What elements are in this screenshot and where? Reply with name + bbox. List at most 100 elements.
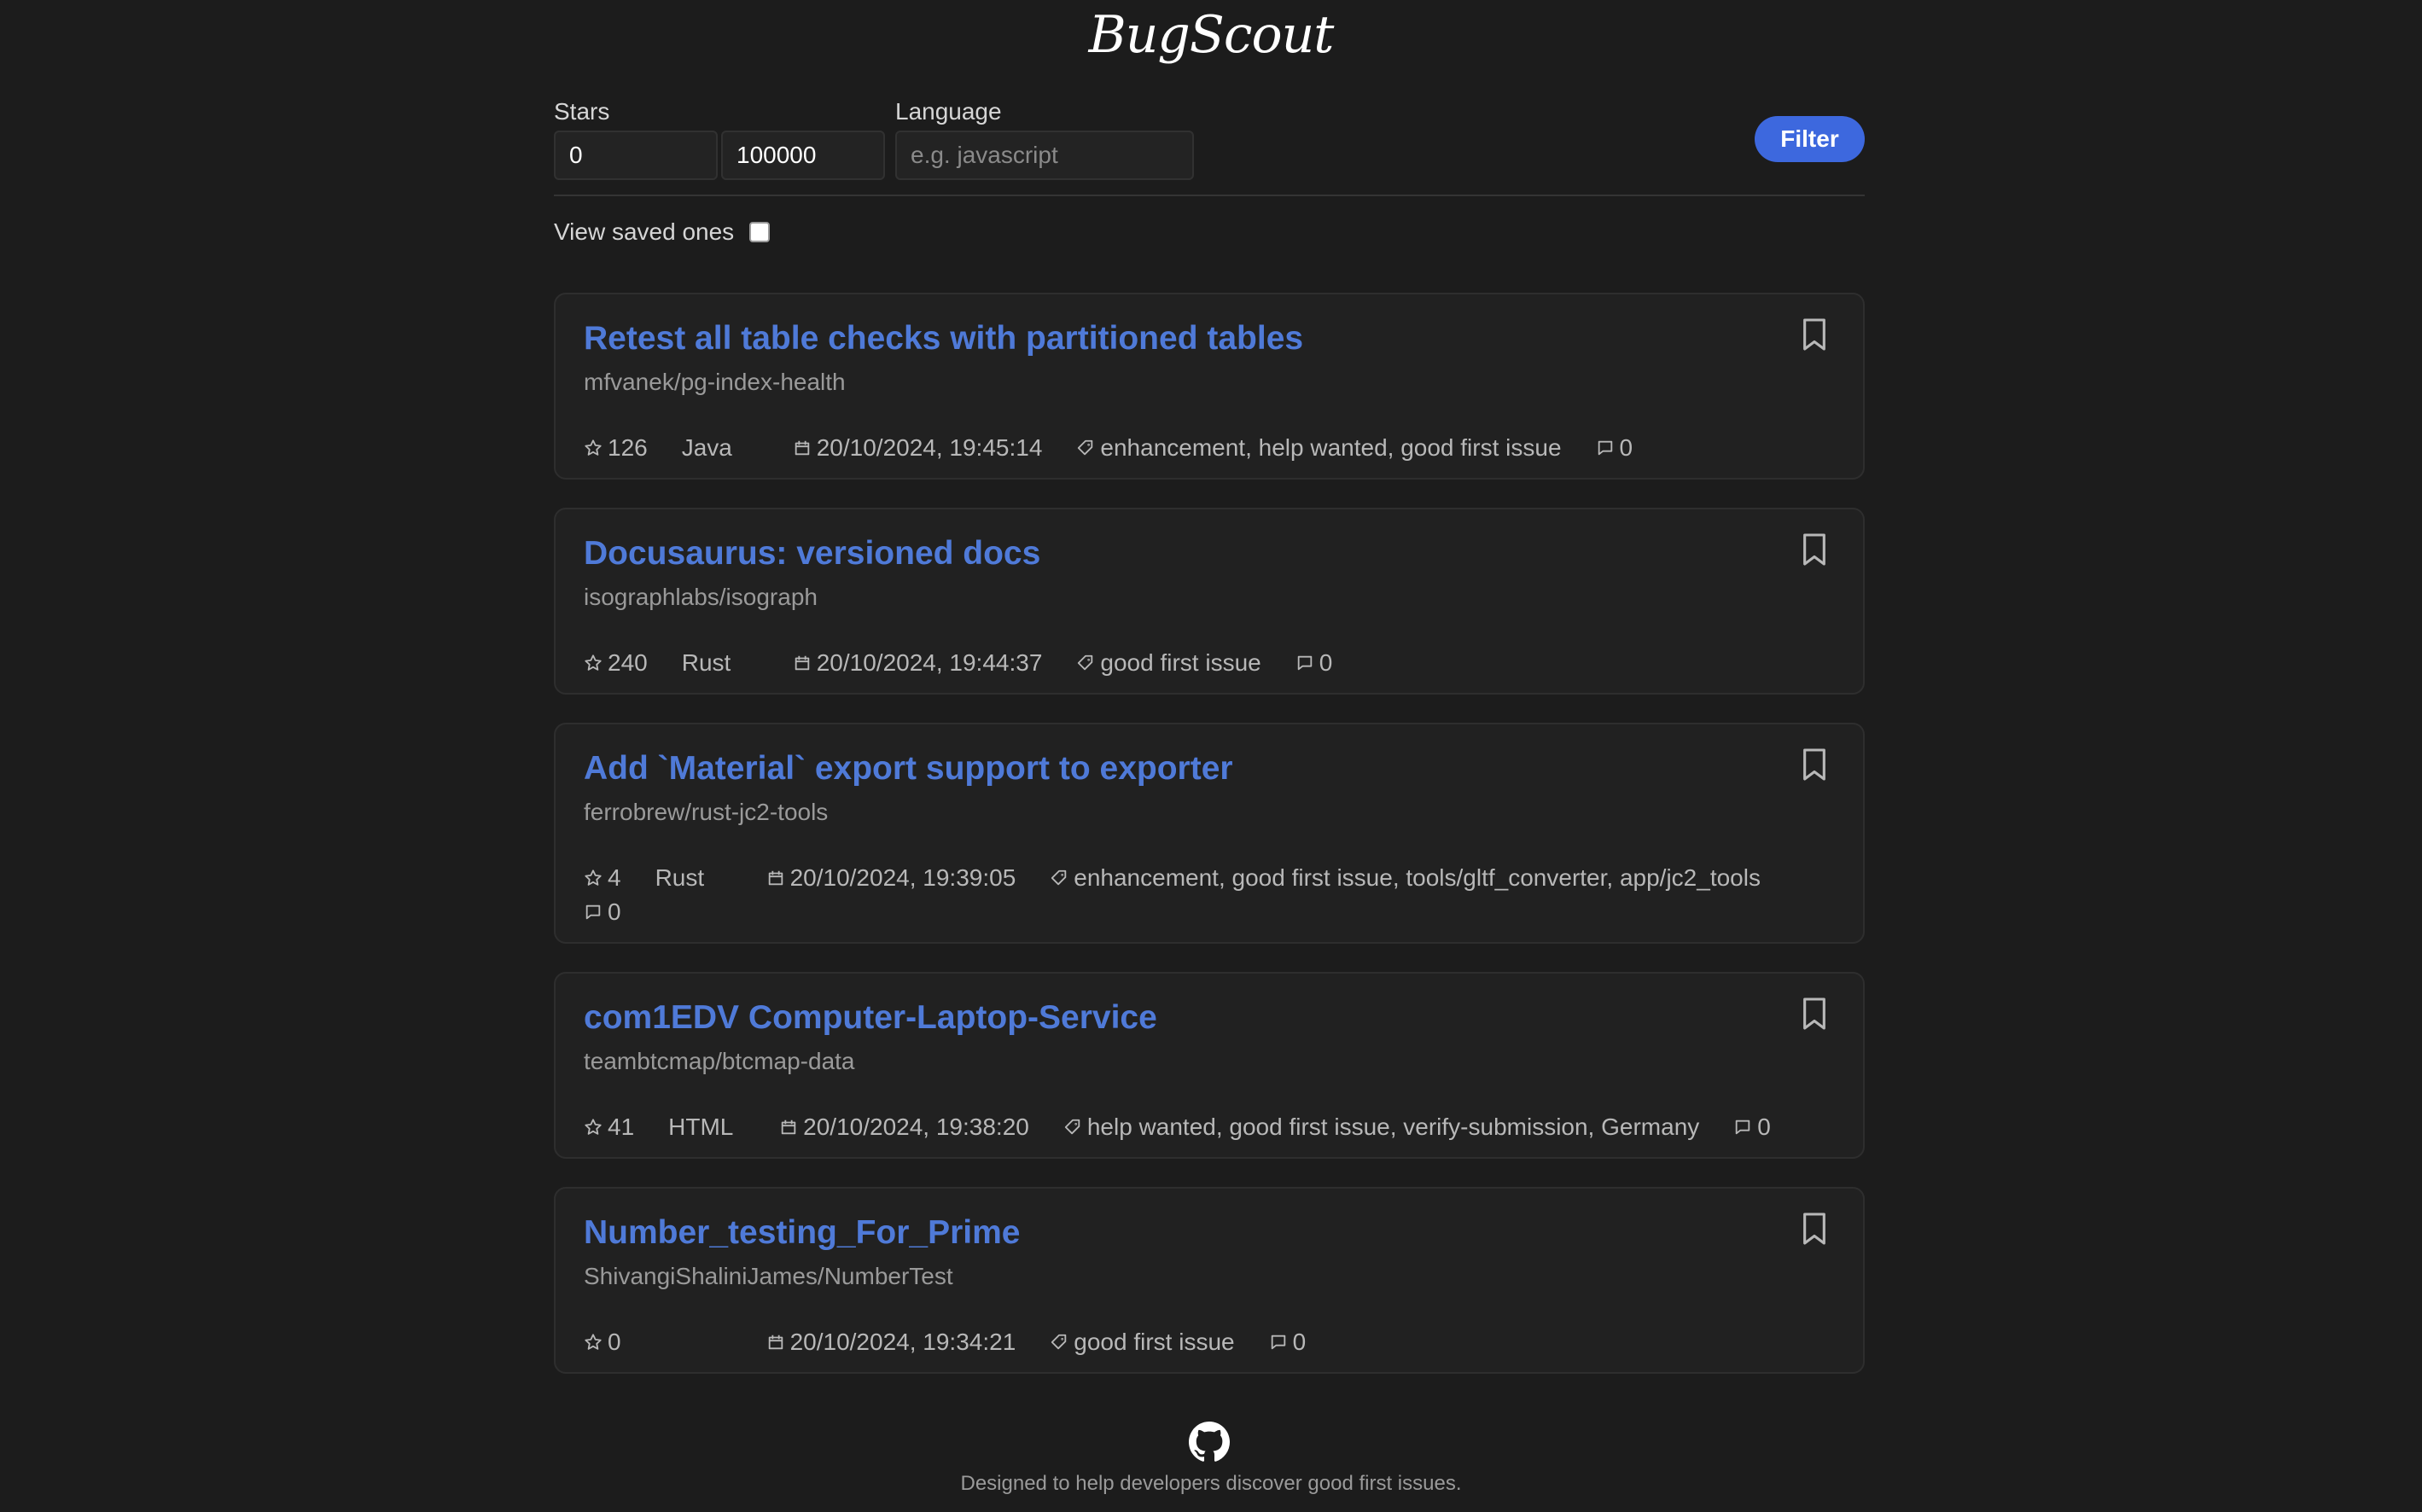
issue-labels: enhancement, help wanted, good first iss…: [1076, 434, 1562, 462]
issue-labels: good first issue: [1076, 649, 1261, 677]
issue-labels-text: enhancement, help wanted, good first iss…: [1100, 434, 1562, 461]
filter-button[interactable]: Filter: [1755, 116, 1865, 162]
language-name: HTML: [668, 1114, 745, 1141]
comments-count: 0: [1269, 1329, 1306, 1356]
stars-count: 41: [584, 1114, 634, 1141]
bookmark-icon[interactable]: [1800, 317, 1829, 352]
language-label: Language: [895, 98, 1002, 125]
comments-count: 0: [1733, 1114, 1771, 1141]
tag-icon: [1078, 654, 1093, 671]
issue-title-link[interactable]: com1EDV Computer-Laptop-Service: [584, 999, 1157, 1037]
issue-meta: 0 20/10/2024, 19:34:21 good first issue 0: [584, 1329, 1835, 1356]
created-date: 20/10/2024, 19:44:37: [793, 649, 1042, 677]
language-name-text: Rust: [681, 649, 731, 676]
calendar-icon: [768, 870, 783, 886]
created-date: 20/10/2024, 19:39:05: [766, 864, 1016, 892]
issue-labels-text: good first issue: [1100, 649, 1261, 676]
star-icon: [585, 1334, 602, 1350]
stars-max-input[interactable]: [721, 131, 885, 180]
stars-count-text: 126: [608, 434, 648, 461]
issue-labels: help wanted, good first issue, verify-su…: [1063, 1114, 1699, 1141]
comments-count-text: 0: [1319, 649, 1333, 676]
comments-count: 0: [1295, 649, 1333, 677]
comment-icon: [1297, 655, 1312, 671]
tag-icon: [1051, 1334, 1067, 1350]
star-icon: [585, 654, 602, 671]
comments-count: 0: [584, 898, 621, 926]
view-saved-row: View saved ones: [554, 218, 771, 246]
view-saved-checkbox[interactable]: [749, 222, 771, 242]
issue-meta: 4 Rust 20/10/2024, 19:39:05 enhancement, go…: [584, 864, 1835, 892]
repo-name: mfvanek/pg-index-health: [584, 369, 846, 395]
issue-labels: enhancement, good first issue, tools/glt…: [1050, 864, 1761, 892]
issue-meta: 240 Rust 20/10/2024, 19:44:37 good first is…: [584, 649, 1835, 677]
issue-title-link[interactable]: Retest all table checks with partitioned…: [584, 320, 1303, 358]
issue-card: Retest all table checks with partitioned…: [554, 293, 1865, 480]
issue-labels: good first issue: [1050, 1329, 1235, 1356]
created-date-text: 20/10/2024, 19:34:21: [789, 1329, 1016, 1355]
divider: [554, 195, 1865, 196]
stars-count-text: 41: [608, 1114, 635, 1140]
stars-min-input[interactable]: [554, 131, 718, 180]
bookmark-icon[interactable]: [1800, 1212, 1829, 1246]
tag-icon: [1064, 1119, 1080, 1135]
stars-count: 240: [584, 649, 648, 677]
stars-count: 0: [584, 1329, 621, 1356]
created-date: 20/10/2024, 19:34:21: [766, 1329, 1016, 1356]
footer-text: Designed to help developers discover goo…: [960, 1472, 1462, 1495]
issue-title-link[interactable]: Number_testing_For_Prime: [584, 1214, 1020, 1252]
stars-label: Stars: [554, 98, 610, 125]
repo-name: ferrobrew/rust-jc2-tools: [584, 799, 829, 825]
comment-icon: [1736, 1119, 1750, 1135]
issue-meta: 126 Java 20/10/2024, 19:45:14 enhancement, …: [584, 434, 1835, 462]
github-icon[interactable]: [1189, 1422, 1230, 1463]
stars-count: 126: [584, 434, 648, 462]
stars-count-text: 0: [608, 1329, 621, 1355]
stars-count-text: 240: [608, 649, 648, 676]
calendar-icon: [795, 440, 809, 456]
created-date-text: 20/10/2024, 19:45:14: [816, 434, 1043, 461]
issue-meta: 41 HTML 20/10/2024, 19:38:20 help wanted, g…: [584, 1114, 1835, 1141]
comments-count-text: 0: [1757, 1114, 1771, 1140]
star-icon: [585, 869, 602, 886]
comments-count-text: 0: [1619, 434, 1633, 461]
language-name-text: Java: [681, 434, 732, 461]
calendar-icon: [781, 1119, 796, 1135]
language-name: Rust: [682, 649, 759, 677]
issue-labels-text: enhancement, good first issue, tools/glt…: [1074, 864, 1761, 891]
view-saved-label: View saved ones: [554, 218, 735, 245]
app-logo[interactable]: BugScout: [0, 5, 2422, 65]
comment-icon: [1598, 440, 1612, 456]
language-input[interactable]: [895, 131, 1194, 180]
issue-card: Add `Material` export support to exporte…: [554, 723, 1865, 944]
bookmark-icon[interactable]: [1800, 997, 1829, 1031]
star-icon: [585, 1119, 602, 1135]
comments-count: 0: [1596, 434, 1633, 462]
repo-name: teambtcmap/btcmap-data: [584, 1048, 855, 1074]
stars-count-text: 4: [608, 864, 621, 891]
comments-count-text: 0: [608, 898, 621, 925]
issue-labels-text: help wanted, good first issue, verify-su…: [1086, 1114, 1700, 1140]
stars-count: 4: [584, 864, 621, 892]
filter-bar: Stars Language Filter: [554, 98, 1865, 183]
bookmark-icon[interactable]: [1800, 747, 1829, 782]
issue-meta: 0: [584, 898, 1835, 926]
created-date: 20/10/2024, 19:38:20: [779, 1114, 1029, 1141]
comment-icon: [1271, 1335, 1285, 1350]
issue-card: com1EDV Computer-Laptop-Service teambtcma…: [554, 972, 1865, 1159]
issue-card: Number_testing_For_Prime ShivangiShaliniJ…: [554, 1187, 1865, 1374]
created-date-text: 20/10/2024, 19:39:05: [789, 864, 1016, 891]
repo-name: ShivangiShaliniJames/NumberTest: [584, 1263, 953, 1289]
language-name-text: Rust: [655, 864, 705, 891]
calendar-icon: [795, 655, 809, 671]
created-date-text: 20/10/2024, 19:38:20: [803, 1114, 1029, 1140]
issue-labels-text: good first issue: [1074, 1329, 1235, 1355]
bookmark-icon[interactable]: [1800, 532, 1829, 567]
issue-title-link[interactable]: Add `Material` export support to exporte…: [584, 750, 1233, 788]
language-name-text: HTML: [668, 1114, 734, 1140]
issue-title-link[interactable]: Docusaurus: versioned docs: [584, 535, 1040, 573]
page: BugScout Stars Language Filter View save…: [0, 0, 2422, 1512]
tag-icon: [1078, 439, 1093, 456]
star-icon: [585, 439, 602, 456]
created-date: 20/10/2024, 19:45:14: [793, 434, 1043, 462]
